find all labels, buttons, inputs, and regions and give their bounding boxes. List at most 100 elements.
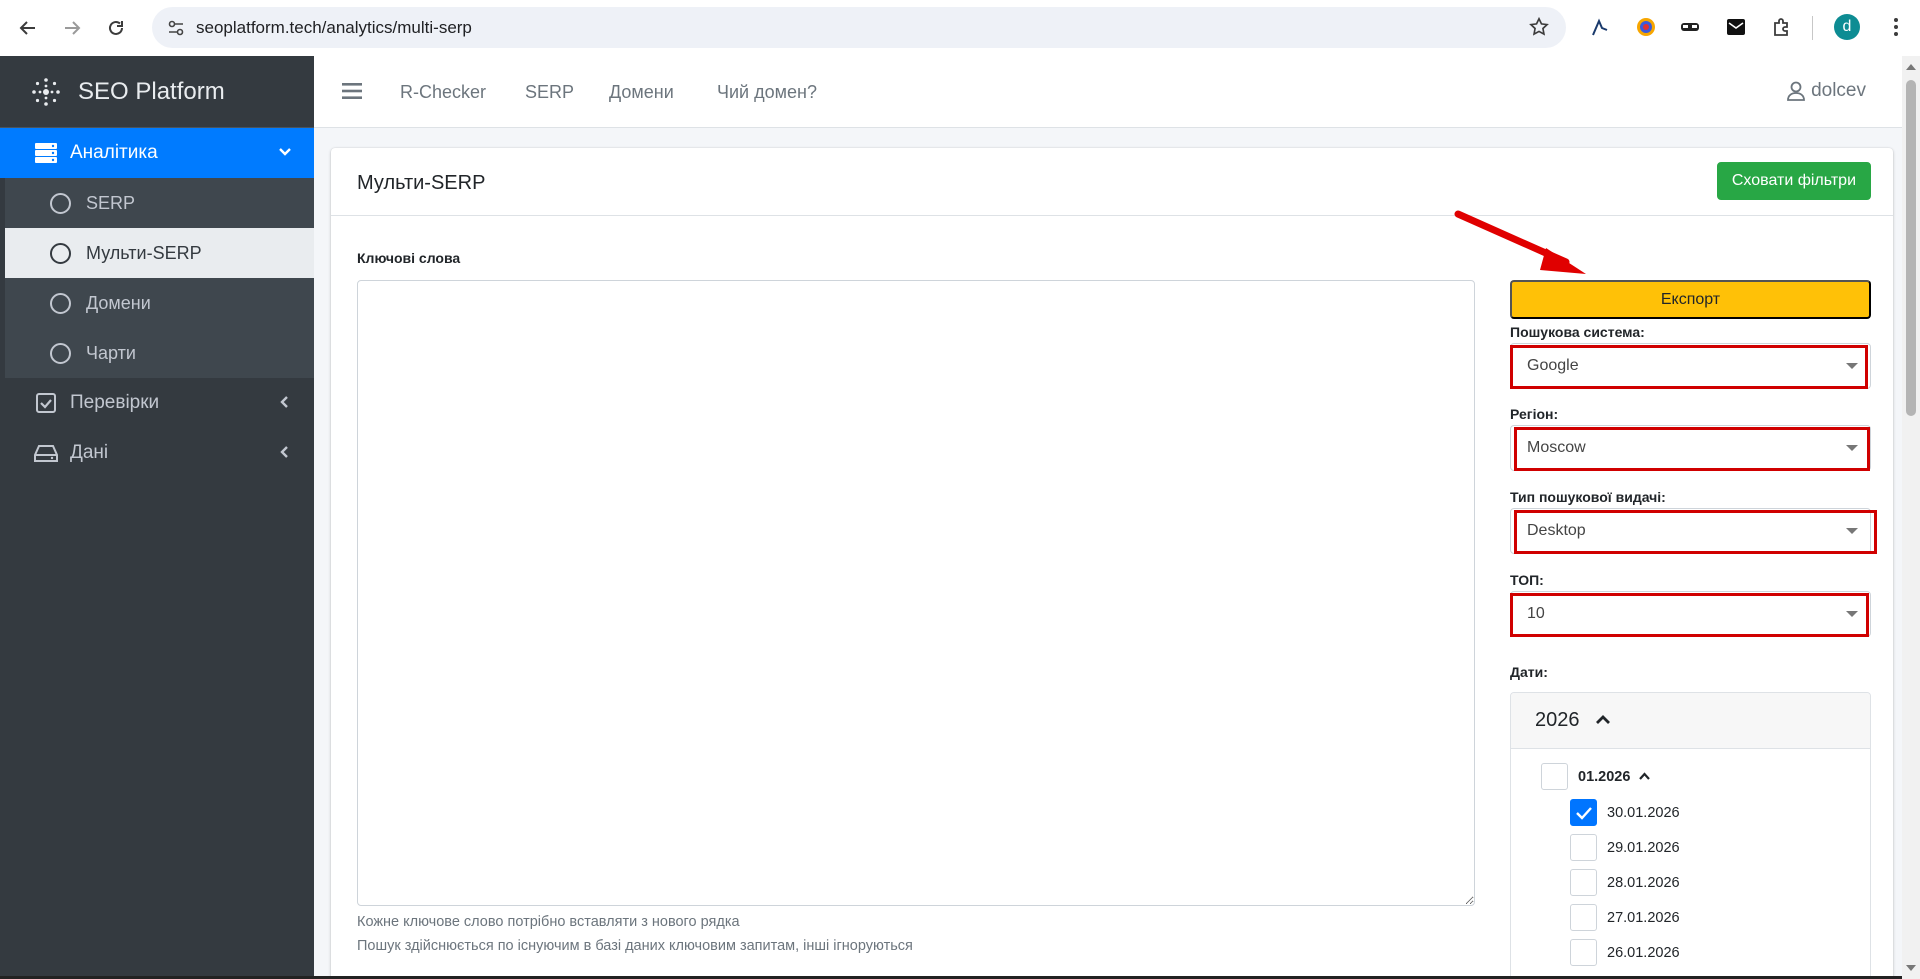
sidebar-item-charts[interactable]: Чарти <box>5 328 314 378</box>
sidebar-item-label: Мульти-SERP <box>86 242 202 263</box>
browser-toolbar: seoplatform.tech/analytics/multi-serp d <box>0 0 1920 56</box>
annotation-highlight-box <box>1514 427 1870 471</box>
date-label: 28.01.2026 <box>1607 874 1680 891</box>
help-text-existing: Пошук здійснюється по існуючим в базі да… <box>357 938 913 954</box>
user-icon <box>1787 81 1805 101</box>
date-row[interactable]: 30.01.2026 <box>1570 799 1680 826</box>
brand-text: SEO Platform <box>78 77 225 105</box>
arrow-right-icon <box>65 21 81 35</box>
brand-logo-icon <box>32 77 60 106</box>
reload-icon <box>109 20 123 35</box>
profile-avatar[interactable]: d <box>1834 14 1860 40</box>
hamburger-menu-icon[interactable] <box>342 82 362 100</box>
date-row[interactable]: 26.01.2026 <box>1570 939 1680 966</box>
date-checkbox[interactable] <box>1570 834 1597 861</box>
arrow-left-icon <box>19 21 35 35</box>
export-button[interactable]: Експорт <box>1510 280 1871 319</box>
user-menu[interactable]: dolcev <box>1787 80 1866 102</box>
sidebar-item-serp[interactable]: SERP <box>5 178 314 228</box>
dates-label: Дати: <box>1510 664 1548 680</box>
date-label: 27.01.2026 <box>1607 909 1680 926</box>
sidebar-item-analytics[interactable]: Аналітика <box>0 128 314 178</box>
sidebar-item-domains[interactable]: Домени <box>5 278 314 328</box>
card-header: Мульти-SERP Сховати фільтри <box>331 148 1893 216</box>
sidebar-item-checks[interactable]: Перевірки <box>0 378 314 428</box>
annotation-highlight-box <box>1510 593 1869 637</box>
date-checkbox[interactable] <box>1570 799 1597 826</box>
year-label: 2026 <box>1535 709 1580 731</box>
annotation-highlight-box <box>1510 345 1868 389</box>
region-label: Регіон: <box>1510 406 1559 422</box>
brand-link[interactable]: SEO Platform <box>0 56 314 128</box>
page-title: Мульти-SERP <box>357 172 486 194</box>
user-name: dolcev <box>1811 80 1866 101</box>
extension-3-button[interactable] <box>1676 13 1704 41</box>
extension-mask-icon <box>1681 23 1699 31</box>
top-link-whose-domain[interactable]: Чий домен? <box>717 82 817 103</box>
circle-icon <box>50 343 71 364</box>
extension-4-button[interactable] <box>1722 13 1750 41</box>
back-button[interactable] <box>14 14 42 42</box>
scroll-thumb[interactable] <box>1906 80 1916 416</box>
chevron-up-icon <box>1596 715 1610 724</box>
page-scrollbar[interactable] <box>1902 56 1920 979</box>
site-info-icon[interactable] <box>166 18 186 38</box>
sidebar: SEO Platform Аналітика SERP Мульти-SERP … <box>0 56 314 979</box>
date-label: 30.01.2026 <box>1607 804 1680 821</box>
sidebar-submenu: SERP Мульти-SERP Домени Чарти <box>0 178 314 378</box>
chevron-down-icon <box>279 148 291 156</box>
date-checkbox[interactable] <box>1570 939 1597 966</box>
sidebar-item-label: SERP <box>86 192 136 213</box>
server-icon <box>35 143 57 163</box>
hdd-icon <box>34 445 58 462</box>
date-checkbox[interactable] <box>1570 869 1597 896</box>
reload-button[interactable] <box>102 14 130 42</box>
date-checkbox[interactable] <box>1570 904 1597 931</box>
multi-serp-card: Мульти-SERP Сховати фільтри Ключові слов… <box>331 148 1893 979</box>
keywords-textarea[interactable] <box>357 280 1475 906</box>
chevron-left-icon <box>280 446 288 458</box>
sidebar-item-label: Дані <box>70 442 109 463</box>
top-link-domains[interactable]: Домени <box>609 82 674 103</box>
top-label: ТОП: <box>1510 572 1544 588</box>
check-icon <box>1575 806 1592 820</box>
top-link-r-checker[interactable]: R-Checker <box>400 82 486 103</box>
chevron-left-icon <box>280 396 288 408</box>
extension-2-button[interactable] <box>1632 13 1660 41</box>
url-text: seoplatform.tech/analytics/multi-serp <box>196 18 472 37</box>
keywords-label: Ключові слова <box>357 250 461 266</box>
puzzle-icon <box>1774 18 1788 36</box>
top-link-serp[interactable]: SERP <box>525 82 574 103</box>
address-bar[interactable]: seoplatform.tech/analytics/multi-serp <box>152 7 1566 48</box>
sidebar-item-data[interactable]: Дані <box>0 428 314 478</box>
year-header[interactable]: 2026 <box>1511 693 1870 749</box>
sidebar-item-multi-serp[interactable]: Мульти-SERP <box>5 228 314 278</box>
circle-icon <box>50 293 71 314</box>
toolbar-divider <box>1812 16 1813 40</box>
sidebar-item-label: Домени <box>86 292 151 313</box>
bookmark-star-icon[interactable] <box>1528 16 1550 38</box>
help-text-newline: Кожне ключове слово потрібно вставляти з… <box>357 914 740 930</box>
extension-1-button[interactable] <box>1586 13 1614 41</box>
search-engine-label: Пошукова система: <box>1510 324 1645 340</box>
dates-tree: 2026 01.2026 30.01.2026 29.01.2026 28.01… <box>1510 692 1871 979</box>
month-row[interactable]: 01.2026 <box>1541 763 1651 790</box>
content-wrapper: Мульти-SERP Сховати фільтри Ключові слов… <box>314 128 1902 979</box>
hide-filters-button[interactable]: Сховати фільтри <box>1716 162 1871 200</box>
serp-type-label: Тип пошукової видачі: <box>1510 489 1666 505</box>
date-row[interactable]: 29.01.2026 <box>1570 834 1680 861</box>
month-checkbox[interactable] <box>1541 763 1568 790</box>
scroll-down-icon[interactable] <box>1906 965 1916 971</box>
kebab-menu-icon <box>1894 18 1898 36</box>
forward-button[interactable] <box>58 14 86 42</box>
extensions-button[interactable] <box>1768 13 1796 41</box>
date-row[interactable]: 27.01.2026 <box>1570 904 1680 931</box>
check-square-icon <box>36 393 56 413</box>
date-label: 29.01.2026 <box>1607 839 1680 856</box>
browser-menu-button[interactable] <box>1882 13 1910 41</box>
date-label: 26.01.2026 <box>1607 944 1680 961</box>
scroll-up-icon[interactable] <box>1906 64 1916 70</box>
top-navbar: R-Checker SERP Домени Чий домен? dolcev <box>314 56 1902 128</box>
month-label: 01.2026 <box>1578 768 1631 785</box>
date-row[interactable]: 28.01.2026 <box>1570 869 1680 896</box>
